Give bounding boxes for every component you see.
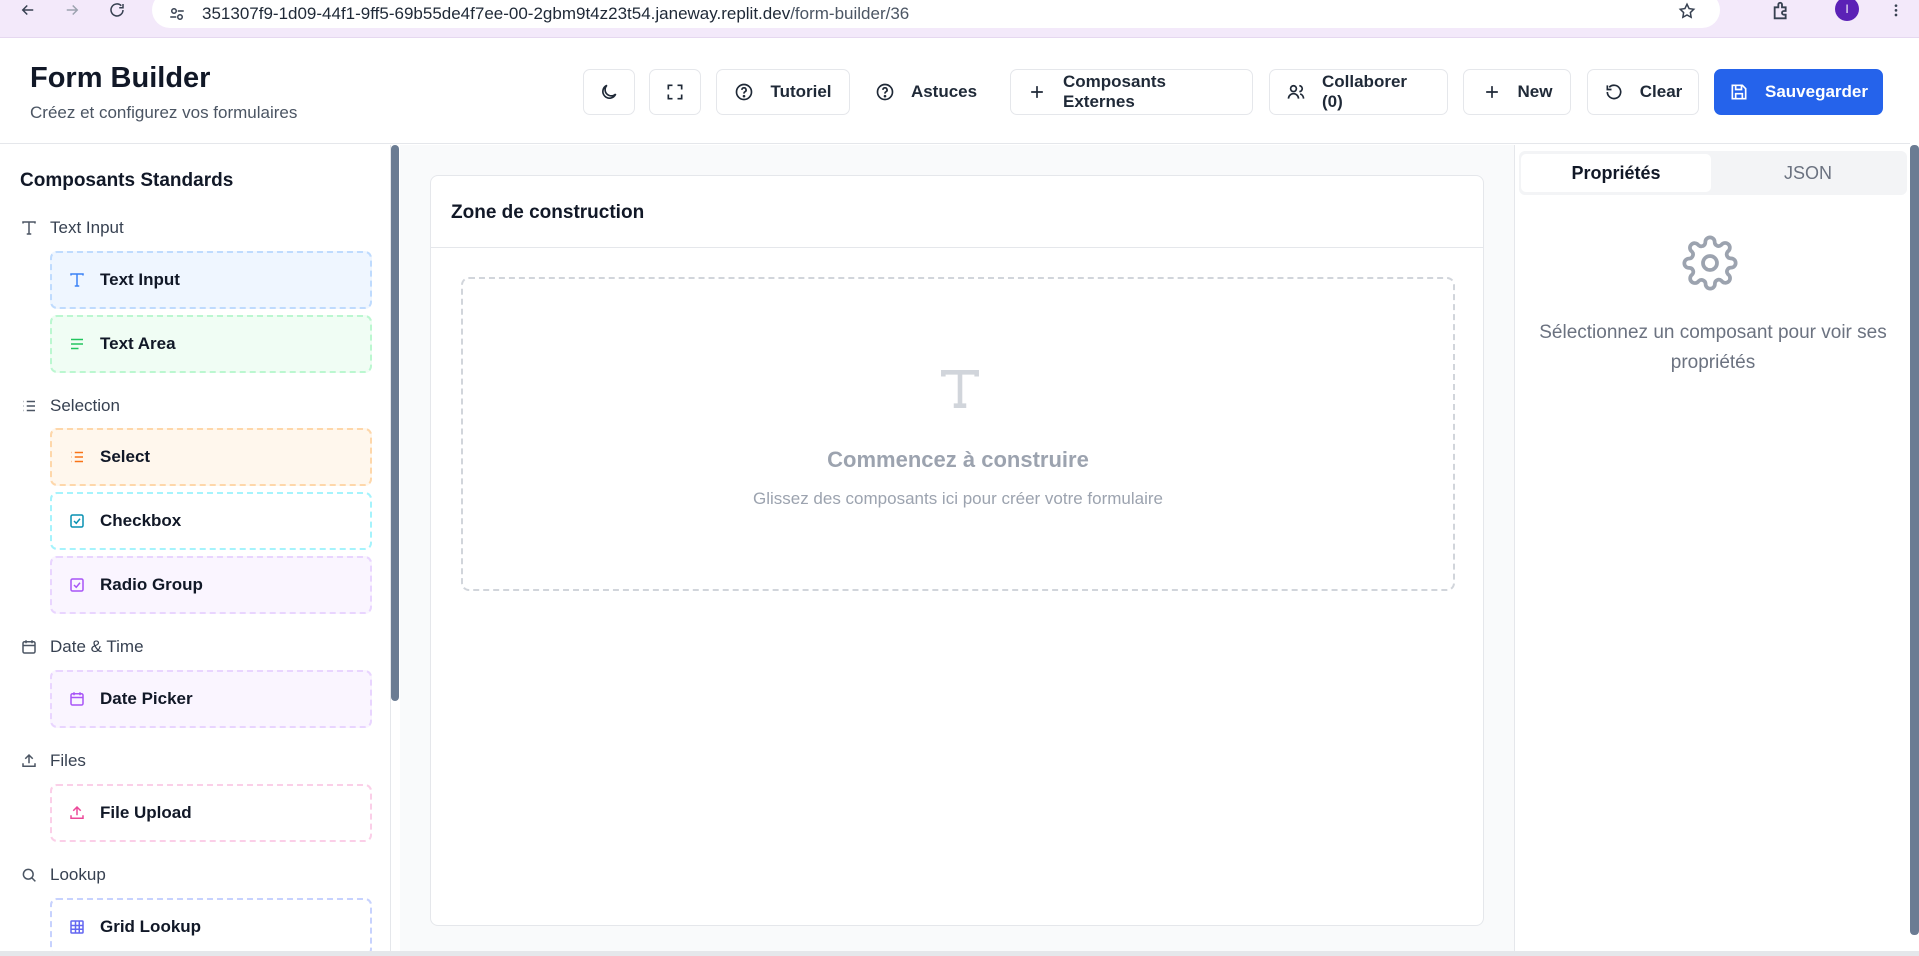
address-bar[interactable]: 351307f9-1d09-44f1-9ff5-69b55de4f7ee-00-… (152, 0, 1720, 28)
users-icon (1287, 84, 1305, 99)
component-text-area[interactable]: Text Area (50, 315, 372, 373)
tab-json[interactable]: JSON (1713, 154, 1903, 192)
reset-icon (1606, 84, 1622, 100)
component-checkbox[interactable]: Checkbox (50, 492, 372, 550)
search-icon (22, 868, 36, 882)
type-icon (22, 221, 36, 235)
site-settings-icon[interactable] (168, 5, 186, 23)
upload-icon (22, 753, 36, 767)
bottom-edge (0, 951, 1919, 956)
component-grid-lookup[interactable]: Grid Lookup (50, 898, 372, 951)
help-circle-icon (876, 83, 894, 101)
category-date-time: Date & Time (20, 635, 144, 659)
category-lookup: Lookup (20, 863, 106, 887)
properties-panel: Propriétés JSON Sélectionnez un composan… (1514, 145, 1910, 951)
profile-avatar[interactable]: I (1835, 0, 1859, 21)
empty-state-subtitle: Glissez des composants ici pour créer vo… (752, 489, 1164, 508)
external-components-button[interactable]: Composants Externes (1010, 69, 1253, 115)
calendar-icon (22, 640, 36, 654)
drop-zone[interactable]: Commencez à construire Glissez des compo… (461, 277, 1455, 591)
category-selection: Selection (20, 394, 120, 418)
sidebar-scrollbar[interactable] (391, 145, 399, 701)
page-scrollbar[interactable] (1910, 145, 1919, 935)
empty-state-title: Commencez à construire (827, 447, 1089, 472)
fullscreen-icon (667, 84, 683, 100)
type-icon (941, 370, 979, 408)
list-icon (23, 400, 35, 412)
more-menu-icon[interactable] (1888, 0, 1904, 22)
construction-zone-header: Zone de construction (431, 176, 1483, 248)
browser-toolbar: 351307f9-1d09-44f1-9ff5-69b55de4f7ee-00-… (0, 0, 1919, 38)
clear-button[interactable]: Clear (1587, 69, 1699, 115)
calendar-icon (70, 692, 84, 706)
text-align-icon (71, 338, 83, 350)
component-date-picker[interactable]: Date Picker (50, 670, 372, 728)
tips-button[interactable]: Astuces (866, 69, 986, 115)
component-select[interactable]: Select (50, 428, 372, 486)
list-icon (71, 451, 83, 463)
properties-empty-message: Sélectionnez un composant pour voir ses … (1539, 322, 1887, 373)
dark-mode-button[interactable] (583, 69, 635, 115)
save-icon (1731, 84, 1747, 100)
tutorial-button[interactable]: Tutoriel (716, 69, 850, 115)
grid-icon (70, 920, 84, 934)
type-icon (70, 273, 84, 287)
check-square-icon (70, 578, 84, 592)
plus-icon (1031, 86, 1043, 98)
builder-area: Zone de construction Commencez à constru… (400, 145, 1514, 951)
plus-icon (1485, 86, 1498, 98)
moon-icon (602, 84, 617, 99)
help-circle-icon (736, 83, 753, 101)
components-sidebar: Composants Standards Text Input Text Inp… (0, 145, 391, 951)
category-text-input: Text Input (20, 216, 124, 240)
save-button[interactable]: Sauvegarder (1714, 69, 1883, 115)
url-text: 351307f9-1d09-44f1-9ff5-69b55de4f7ee-00-… (202, 4, 910, 23)
check-square-icon (70, 514, 84, 528)
properties-tabs: Propriétés JSON (1519, 151, 1907, 195)
collaborate-button[interactable]: Collaborer (0) (1269, 69, 1448, 115)
page-subtitle: Créez et configurez vos formulaires (30, 103, 298, 122)
forward-icon[interactable] (60, 0, 84, 20)
construction-zone-title: Zone de construction (451, 202, 645, 223)
component-file-upload[interactable]: File Upload (50, 784, 372, 842)
bookmark-star-icon[interactable] (1678, 2, 1696, 20)
construction-zone: Zone de construction Commencez à constru… (430, 175, 1484, 926)
app-header: Form Builder Créez et configurez vos for… (0, 38, 1910, 144)
sidebar-title: Composants Standards (20, 170, 234, 191)
tab-properties[interactable]: Propriétés (1521, 154, 1711, 192)
reload-icon[interactable] (105, 0, 129, 20)
extensions-icon[interactable] (1770, 0, 1794, 22)
upload-icon (70, 805, 84, 819)
new-button[interactable]: New (1463, 69, 1571, 115)
page-title: Form Builder (30, 62, 211, 94)
component-text-input[interactable]: Text Input (50, 251, 372, 309)
gear-icon (1682, 235, 1738, 291)
back-icon[interactable] (16, 0, 40, 20)
category-files: Files (20, 749, 86, 773)
fullscreen-button[interactable] (649, 69, 701, 115)
component-radio-group[interactable]: Radio Group (50, 556, 372, 614)
